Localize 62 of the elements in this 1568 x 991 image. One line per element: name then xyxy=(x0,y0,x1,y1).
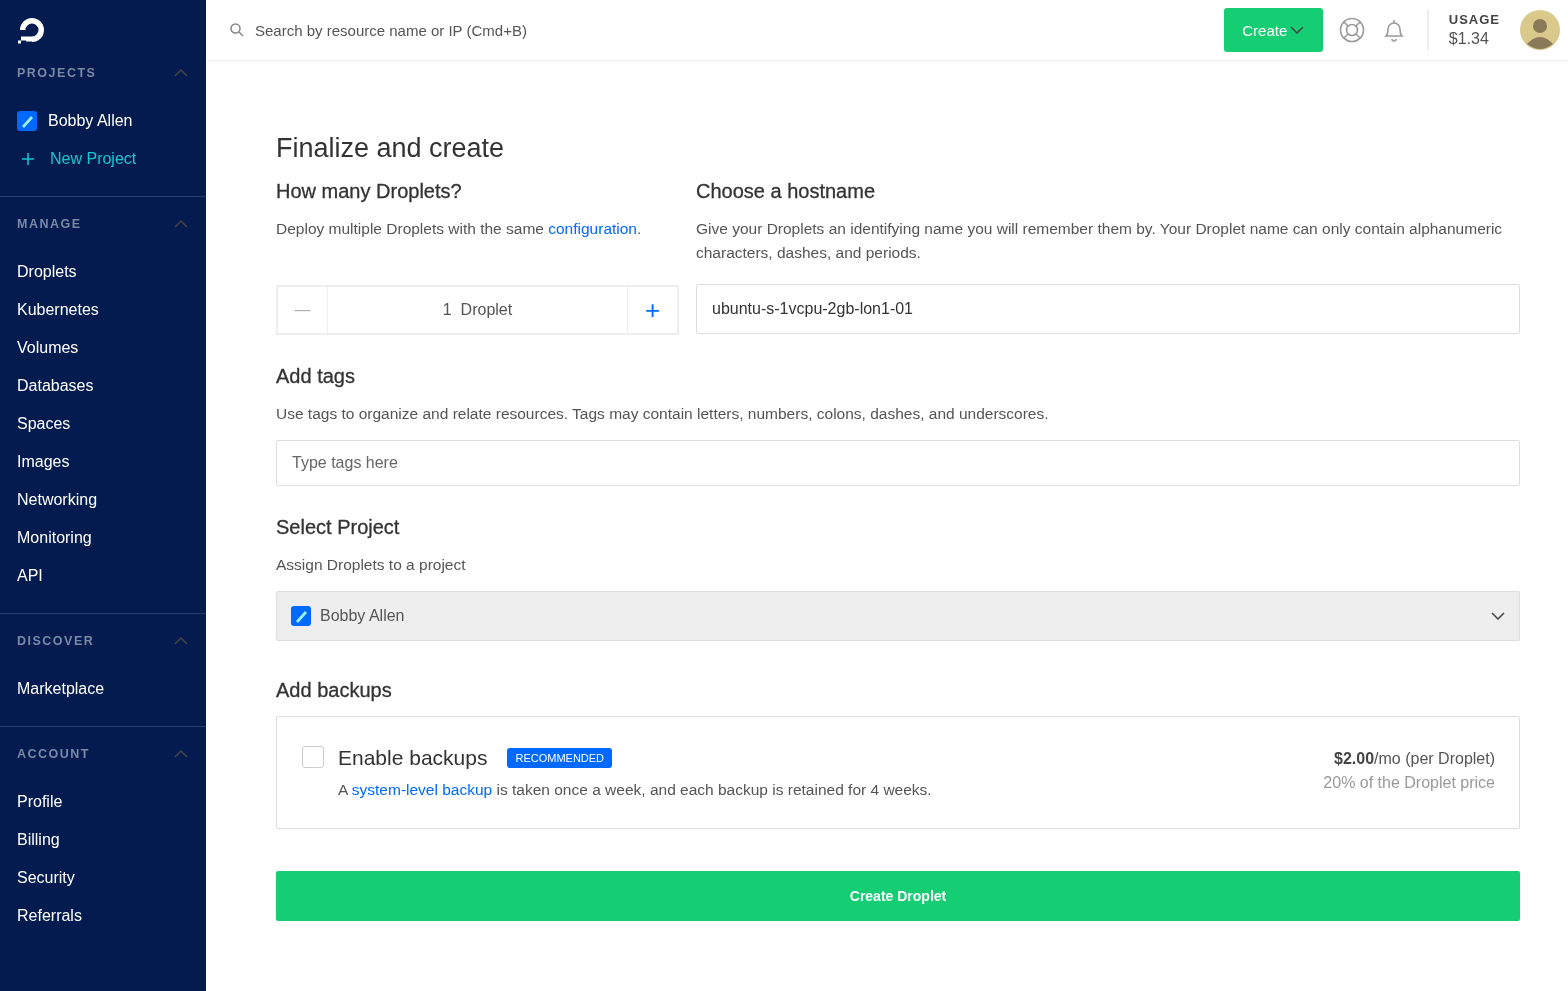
section-heading: How many Droplets? xyxy=(276,180,463,203)
sidebar-item[interactable]: Networking xyxy=(0,481,206,519)
section-heading: Add backups xyxy=(276,679,393,702)
price-text: $2.00/mo (per Droplet) xyxy=(1333,750,1495,768)
project-icon xyxy=(17,111,37,131)
backup-description: A system-level backup is taken once a week, and each backup is retained for 4 weeks. xyxy=(338,780,933,800)
sidebar-item[interactable]: Profile xyxy=(0,783,206,821)
configuration-link[interactable]: configuration xyxy=(548,220,637,237)
help-button[interactable] xyxy=(1338,17,1365,43)
lifebuoy-icon xyxy=(1338,17,1365,43)
page-title: Finalize and create xyxy=(276,133,506,164)
section-heading: Add tags xyxy=(276,365,356,388)
section-title: MANAGE xyxy=(17,217,82,231)
collapse-toggle[interactable] xyxy=(174,220,188,228)
chevron-icon xyxy=(1491,612,1505,620)
sidebar-item[interactable]: Security xyxy=(0,859,206,897)
section-heading: Select Project xyxy=(276,516,401,539)
person-silhouette-icon xyxy=(1520,10,1560,50)
sidebar-item[interactable]: Spaces xyxy=(0,405,206,443)
usage-label: USAGE xyxy=(1448,12,1500,27)
chevron-icon xyxy=(174,220,188,228)
search-icon xyxy=(230,23,244,37)
chevron-icon xyxy=(174,750,188,758)
sidebar-item[interactable]: Volumes xyxy=(0,329,206,367)
sidebar-item[interactable]: API xyxy=(0,557,206,595)
collapse-toggle[interactable] xyxy=(174,750,188,758)
droplet-count: 1 Droplet xyxy=(441,300,514,320)
section-title: DISCOVER xyxy=(17,634,95,648)
sidebar-item[interactable]: New Project xyxy=(0,140,206,178)
sidebar-item[interactable]: Monitoring xyxy=(0,519,206,557)
caret-icon xyxy=(1290,26,1305,34)
checkbox[interactable] xyxy=(302,746,324,768)
collapse-toggle[interactable] xyxy=(174,69,188,77)
sidebar-item[interactable]: Databases xyxy=(0,367,206,405)
section-title: PROJECTS xyxy=(17,66,97,80)
sidebar-item[interactable]: Images xyxy=(0,443,206,481)
sidebar-item[interactable]: Kubernetes xyxy=(0,291,206,329)
usage-amount: $1.34 xyxy=(1448,30,1490,48)
project-dropdown[interactable]: Bobby Allen xyxy=(276,591,1520,641)
backup-link[interactable]: system-level backup xyxy=(351,781,493,798)
section-description: Assign Droplets to a project xyxy=(276,555,467,575)
recommended-badge: RECOMMENDED xyxy=(507,748,613,768)
sidebar-item[interactable]: Droplets xyxy=(0,253,206,291)
section-description: Give your Droplets an identifying name you will remember them by. Your Droplet name can only contain alphanumeric characters, dashes, and periods. xyxy=(696,219,1504,263)
sidebar-item[interactable]: Bobby Allen xyxy=(0,102,206,140)
sidebar-item[interactable]: Billing xyxy=(0,821,206,859)
sidebar-item[interactable]: Marketplace xyxy=(0,670,206,708)
chevron-icon xyxy=(174,69,188,77)
sidebar-item[interactable]: Referrals xyxy=(0,897,206,935)
section-heading: Choose a hostname xyxy=(696,180,876,203)
project-icon xyxy=(291,606,311,626)
chevron-icon xyxy=(174,637,188,645)
checkbox-label: Enable backups xyxy=(338,746,488,770)
price-note: 20% of the Droplet price xyxy=(1323,774,1495,792)
tags-field[interactable]: Type tags here xyxy=(276,440,1520,486)
section-description: Deploy multiple Droplets with the same configuration. xyxy=(276,219,643,239)
section-description: Use tags to organize and relate resources. Tags may contain letters, numbers, colons, dashes, and underscores. xyxy=(276,404,1050,424)
collapse-toggle[interactable] xyxy=(174,637,188,645)
section-title: ACCOUNT xyxy=(17,747,90,761)
avatar[interactable] xyxy=(1520,10,1560,50)
plus-icon xyxy=(22,153,34,165)
hostname-field[interactable]: ubuntu-s-1vcpu-2gb-lon1-01 xyxy=(696,284,1520,334)
